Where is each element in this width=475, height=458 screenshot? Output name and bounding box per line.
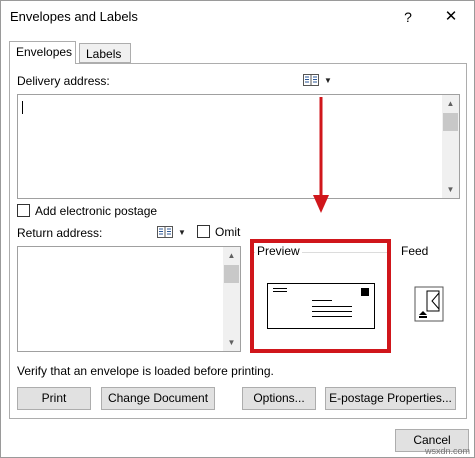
scroll-thumb[interactable] [443, 113, 458, 131]
feed-title: Feed [399, 244, 431, 258]
tab-labels-label: Labels [86, 47, 122, 61]
watermark-text: wsxdn.com [425, 446, 471, 456]
text-caret [22, 101, 23, 114]
tab-envelopes-label: Envelopes [16, 45, 73, 59]
add-electronic-postage-label: Add electronic postage [35, 204, 158, 218]
verify-text: Verify that an envelope is loaded before… [17, 364, 274, 378]
window-title: Envelopes and Labels [10, 9, 138, 24]
delivery-scrollbar[interactable]: ▲ ▼ [442, 95, 459, 198]
return-scroll-down-icon[interactable]: ▼ [223, 334, 240, 351]
print-button[interactable]: Print [17, 387, 91, 410]
address-book-icon[interactable] [303, 74, 319, 86]
return-address-label: Return address: [17, 226, 103, 240]
envelopes-and-labels-dialog: Envelopes and Labels ? ✕ Envelopes Label… [0, 0, 475, 458]
omit-checkbox[interactable] [197, 225, 210, 238]
red-arrow-icon [313, 97, 329, 213]
scroll-up-icon[interactable]: ▲ [442, 95, 459, 112]
tab-labels[interactable]: Labels [79, 43, 131, 63]
options-button[interactable]: Options... [242, 387, 316, 410]
dropdown-arrow-icon[interactable]: ▼ [324, 76, 332, 85]
preview-highlight [250, 239, 391, 353]
delivery-address-label: Delivery address: [17, 74, 110, 88]
e-postage-properties-button[interactable]: E-postage Properties... [325, 387, 456, 410]
scroll-down-icon[interactable]: ▼ [442, 181, 459, 198]
delivery-address-field[interactable]: ▲ ▼ [17, 94, 460, 199]
close-window-button[interactable]: ✕ [439, 6, 463, 28]
return-address-field[interactable]: ▲ ▼ [17, 246, 241, 352]
add-electronic-postage-checkbox[interactable] [17, 204, 30, 217]
change-document-button[interactable]: Change Document [101, 387, 215, 410]
return-scrollbar[interactable]: ▲ ▼ [223, 247, 240, 351]
omit-label: Omit [215, 225, 241, 239]
title-bar: Envelopes and Labels ? ✕ [1, 1, 474, 33]
return-dropdown-arrow-icon[interactable]: ▼ [178, 228, 186, 237]
return-scroll-thumb[interactable] [224, 265, 239, 283]
help-button[interactable]: ? [397, 6, 419, 28]
return-scroll-up-icon[interactable]: ▲ [223, 247, 240, 264]
return-address-book-icon[interactable] [157, 226, 173, 238]
tab-envelopes[interactable]: Envelopes [9, 41, 76, 64]
feed-icon[interactable] [414, 285, 446, 323]
